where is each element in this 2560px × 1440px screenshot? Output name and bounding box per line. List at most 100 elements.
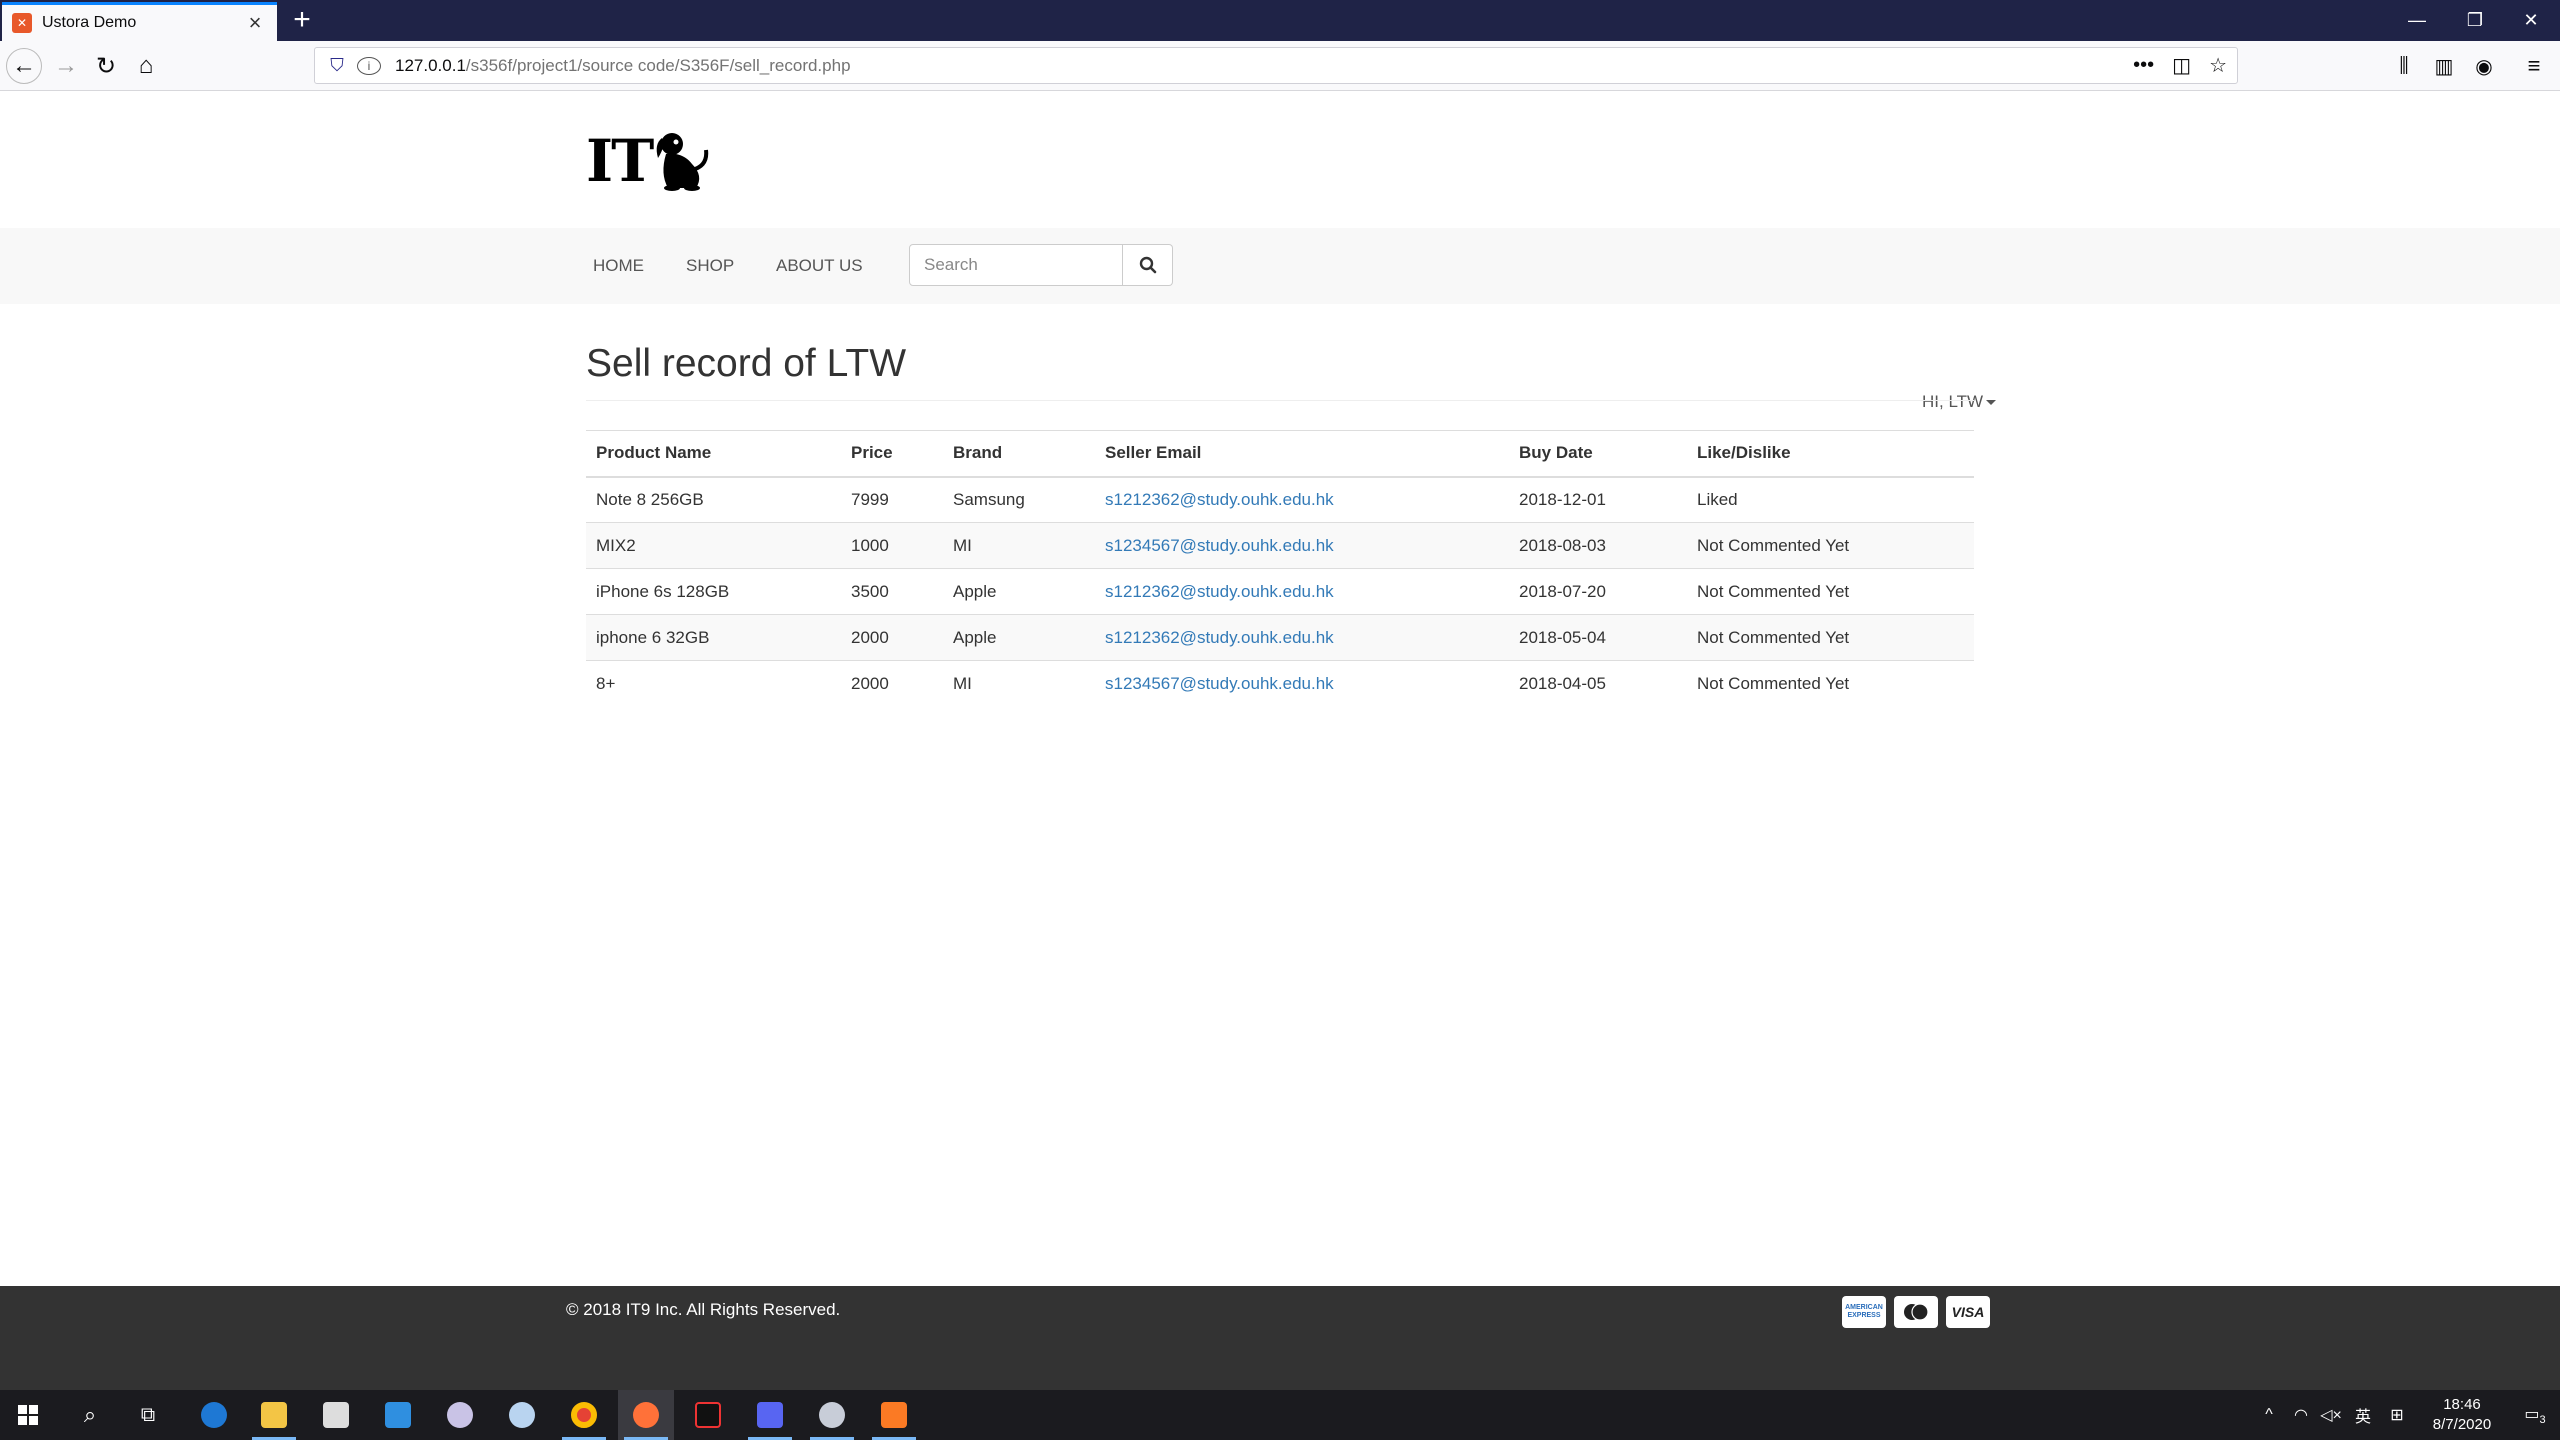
cell-price: 2000	[841, 660, 943, 707]
edge-icon[interactable]	[186, 1390, 242, 1440]
col-price: Price	[841, 430, 943, 478]
page-actions-icon[interactable]: •••	[2133, 54, 2154, 77]
app-red-icon[interactable]	[680, 1390, 736, 1440]
library-icon[interactable]: ⫼	[2386, 48, 2422, 84]
dog-logo-icon	[656, 133, 709, 191]
reload-icon[interactable]: ↻	[88, 48, 124, 84]
site-logo[interactable]: IT	[586, 127, 710, 195]
search-button[interactable]	[1123, 244, 1173, 286]
cell-price: 3500	[841, 568, 943, 615]
cell-brand: Apple	[943, 614, 1095, 661]
tray-expand-icon[interactable]: ^	[2252, 1406, 2286, 1424]
cell-like: Liked	[1687, 476, 1974, 523]
amex-card-icon: AMERICAN EXPRESS	[1842, 1296, 1886, 1328]
cell-email: s1234567@study.ouhk.edu.hk	[1095, 522, 1509, 569]
nav-home[interactable]: HOME	[593, 228, 644, 304]
seller-email-link[interactable]: s1212362@study.ouhk.edu.hk	[1105, 582, 1334, 601]
tracking-shield-icon[interactable]: ⛉	[325, 55, 349, 76]
col-product-name: Product Name	[586, 430, 841, 478]
forward-icon[interactable]: →	[48, 48, 84, 84]
cell-price: 1000	[841, 522, 943, 569]
nav-about-us[interactable]: ABOUT US	[776, 228, 863, 304]
cell-email: s1212362@study.ouhk.edu.hk	[1095, 614, 1509, 661]
taskbar-search-icon[interactable]: ⌕	[62, 1390, 118, 1440]
cell-price: 7999	[841, 476, 943, 523]
keyboard-icon[interactable]: ⊞	[2380, 1405, 2414, 1425]
col-like-dislike: Like/Dislike	[1687, 430, 1974, 478]
account-icon[interactable]: ◉	[2466, 48, 2502, 84]
taskbar-clock[interactable]: 18:46 8/7/2020	[2414, 1395, 2510, 1435]
cell-brand: Apple	[943, 568, 1095, 615]
sidebar-icon[interactable]: ▥	[2426, 48, 2462, 84]
system-tray: ^ ◠ ◁× 英 ⊞ 18:46 8/7/2020 ▭3	[2252, 1390, 2560, 1440]
search-input[interactable]	[909, 244, 1123, 286]
site-footer: © 2018 IT9 Inc. All Rights Reserved. AME…	[0, 1286, 2560, 1390]
snip-icon[interactable]	[494, 1390, 550, 1440]
back-icon[interactable]: ←	[6, 48, 42, 84]
xampp-favicon-icon: ✕	[12, 13, 32, 33]
table-row: Note 8 256GB 7999 Samsung s1212362@study…	[586, 476, 1974, 523]
table-header-row: Product Name Price Brand Seller Email Bu…	[586, 430, 1974, 478]
site-info-icon[interactable]: i	[357, 56, 381, 75]
site-navbar: HOME SHOP ABOUT US HI, LTW	[0, 228, 2560, 411]
nav-shop[interactable]: SHOP	[686, 228, 734, 304]
cell-product: Note 8 256GB	[586, 476, 841, 523]
notification-icon[interactable]: ▭3	[2510, 1404, 2560, 1426]
payment-cards: AMERICAN EXPRESS VISA	[1842, 1296, 1990, 1328]
bookmark-star-icon[interactable]: ☆	[2209, 53, 2227, 78]
windows-taskbar: ⌕ ⧉ ^ ◠ ◁× 英 ⊞ 18:46 8/7/2020 ▭3	[0, 1390, 2560, 1440]
volume-muted-icon[interactable]: ◁×	[2316, 1405, 2346, 1425]
firefox-icon[interactable]	[618, 1390, 674, 1440]
cell-date: 2018-12-01	[1509, 476, 1687, 523]
store-icon[interactable]	[308, 1390, 364, 1440]
tab-close-icon[interactable]: ×	[243, 10, 267, 36]
new-tab-button[interactable]: +	[286, 4, 318, 36]
address-bar[interactable]: ⛉ i 127.0.0.1/s356f/project1/source code…	[314, 47, 2238, 84]
table-row: iphone 6 32GB 2000 Apple s1212362@study.…	[586, 614, 1974, 661]
search-form	[909, 244, 1173, 286]
col-buy-date: Buy Date	[1509, 430, 1687, 478]
table-row: iPhone 6s 128GB 3500 Apple s1212362@stud…	[586, 568, 1974, 615]
file-explorer-icon[interactable]	[246, 1390, 302, 1440]
clock-time: 18:46	[2443, 1396, 2481, 1413]
seller-email-link[interactable]: s1234567@study.ouhk.edu.hk	[1105, 674, 1334, 693]
browser-tab[interactable]: ✕ Ustora Demo ×	[2, 2, 277, 41]
close-window-icon[interactable]: ✕	[2502, 0, 2560, 41]
cell-like: Not Commented Yet	[1687, 568, 1974, 615]
discord-icon[interactable]	[742, 1390, 798, 1440]
table-row: MIX2 1000 MI s1234567@study.ouhk.edu.hk …	[586, 522, 1974, 569]
task-view-icon[interactable]: ⧉	[120, 1390, 176, 1440]
wifi-icon[interactable]: ◠	[2286, 1405, 2316, 1425]
seller-email-link[interactable]: s1212362@study.ouhk.edu.hk	[1105, 628, 1334, 647]
cell-date: 2018-05-04	[1509, 614, 1687, 661]
restore-icon[interactable]: ❐	[2446, 0, 2504, 41]
cell-product: iPhone 6s 128GB	[586, 568, 841, 615]
xampp-icon[interactable]	[866, 1390, 922, 1440]
cell-like: Not Commented Yet	[1687, 522, 1974, 569]
copyright-text: © 2018 IT9 Inc. All Rights Reserved.	[566, 1300, 841, 1319]
chrome-icon[interactable]	[556, 1390, 612, 1440]
windows-start-icon[interactable]	[0, 1390, 56, 1440]
pocket-icon[interactable]: ◫	[2172, 53, 2191, 78]
col-seller-email: Seller Email	[1095, 430, 1509, 478]
cell-like: Not Commented Yet	[1687, 614, 1974, 661]
ime-indicator[interactable]: 英	[2346, 1403, 2380, 1427]
seller-email-link[interactable]: s1212362@study.ouhk.edu.hk	[1105, 490, 1334, 509]
paint-icon[interactable]	[432, 1390, 488, 1440]
url-text[interactable]: 127.0.0.1/s356f/project1/source code/S35…	[395, 56, 851, 76]
cell-brand: Samsung	[943, 476, 1095, 523]
menu-icon[interactable]: ≡	[2516, 48, 2552, 84]
cell-product: MIX2	[586, 522, 841, 569]
cell-date: 2018-04-05	[1509, 660, 1687, 707]
cell-product: iphone 6 32GB	[586, 614, 841, 661]
page-title: Sell record of LTW	[586, 342, 907, 385]
seller-email-link[interactable]: s1234567@study.ouhk.edu.hk	[1105, 536, 1334, 555]
home-icon[interactable]: ⌂	[128, 48, 164, 84]
security-app-icon[interactable]	[804, 1390, 860, 1440]
mail-icon[interactable]	[370, 1390, 426, 1440]
page-header: Sell record of LTW	[586, 342, 1974, 401]
notification-count: 3	[2539, 1414, 2546, 1427]
browser-toolbar: ← → ↻ ⌂ ⛉ i 127.0.0.1/s356f/project1/sou…	[0, 41, 2560, 91]
cell-date: 2018-08-03	[1509, 522, 1687, 569]
minimize-icon[interactable]: —	[2388, 0, 2446, 41]
